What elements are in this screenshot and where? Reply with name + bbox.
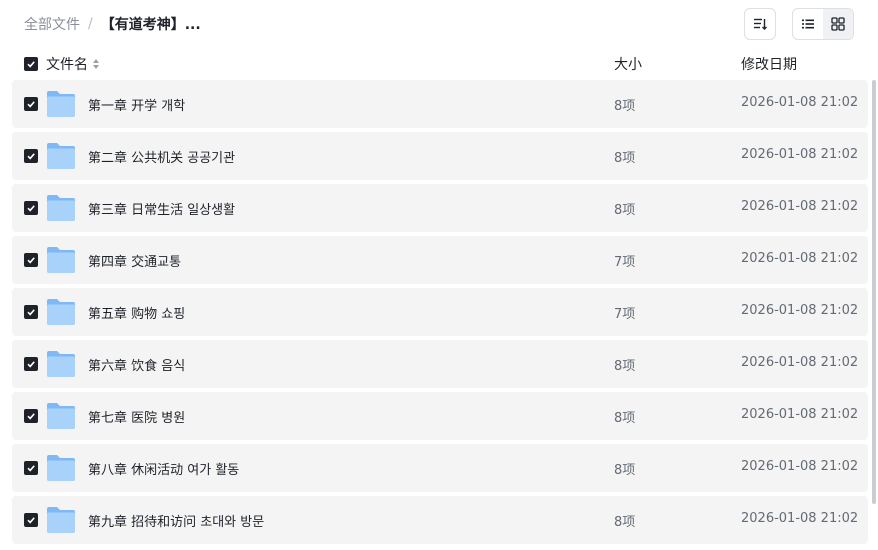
grid-view-icon bbox=[831, 17, 845, 31]
check-icon bbox=[27, 153, 35, 160]
file-name[interactable]: 第一章 开学 개학 bbox=[88, 95, 185, 114]
grid-view-button[interactable] bbox=[823, 9, 853, 39]
folder-icon bbox=[47, 91, 75, 117]
name-column-header[interactable]: 文件名 bbox=[46, 54, 100, 74]
folder-icon bbox=[47, 403, 75, 429]
file-size: 8项 bbox=[614, 515, 636, 530]
scrollbar-thumb[interactable] bbox=[872, 80, 876, 504]
file-name[interactable]: 第九章 招待和访问 초대와 방문 bbox=[88, 511, 264, 530]
table-row[interactable]: 第二章 公共机关 공공기관 8项 2026-01-08 21:02 bbox=[12, 132, 868, 180]
row-checkbox[interactable] bbox=[24, 513, 38, 527]
table-row[interactable]: 第四章 交通교통 7项 2026-01-08 21:02 bbox=[12, 236, 868, 284]
file-name[interactable]: 第八章 休闲活动 여가 활동 bbox=[88, 459, 239, 478]
row-checkbox[interactable] bbox=[24, 461, 38, 475]
file-modified-date: 2026-01-08 21:02 bbox=[741, 95, 859, 110]
check-icon bbox=[27, 205, 35, 212]
file-modified-date: 2026-01-08 21:02 bbox=[741, 303, 859, 318]
folder-icon bbox=[47, 247, 75, 273]
breadcrumb: 全部文件 / 【有道考神】... bbox=[24, 14, 201, 34]
file-modified-date: 2026-01-08 21:02 bbox=[741, 511, 859, 526]
check-icon bbox=[27, 413, 35, 420]
row-checkbox[interactable] bbox=[24, 149, 38, 163]
folder-icon bbox=[47, 195, 75, 221]
file-name[interactable]: 第四章 交通교통 bbox=[88, 251, 181, 270]
check-icon bbox=[27, 257, 35, 264]
table-row[interactable]: 第七章 医院 병원 8项 2026-01-08 21:02 bbox=[12, 392, 868, 440]
file-modified-date: 2026-01-08 21:02 bbox=[741, 407, 859, 422]
folder-icon bbox=[47, 299, 75, 325]
row-checkbox[interactable] bbox=[24, 357, 38, 371]
list-view-icon bbox=[802, 19, 814, 29]
table-row[interactable]: 第五章 购物 쇼핑 7项 2026-01-08 21:02 bbox=[12, 288, 868, 336]
file-modified-date: 2026-01-08 21:02 bbox=[741, 355, 859, 370]
file-size: 8项 bbox=[614, 359, 636, 374]
file-name[interactable]: 第二章 公共机关 공공기관 bbox=[88, 147, 235, 166]
select-all-checkbox[interactable] bbox=[24, 57, 38, 71]
size-column-header[interactable]: 大小 bbox=[614, 54, 642, 74]
view-toggle bbox=[792, 8, 854, 40]
table-row[interactable]: 第一章 开学 개학 8项 2026-01-08 21:02 bbox=[12, 80, 868, 128]
sort-caret-icon bbox=[92, 58, 100, 70]
folder-icon bbox=[47, 351, 75, 377]
file-name[interactable]: 第三章 日常生活 일상생활 bbox=[88, 199, 235, 218]
check-icon bbox=[27, 517, 35, 524]
sort-lines-icon bbox=[754, 18, 767, 30]
breadcrumb-separator: / bbox=[88, 16, 93, 32]
check-icon bbox=[27, 361, 35, 368]
file-size: 8项 bbox=[614, 151, 636, 166]
name-column-label: 文件名 bbox=[46, 57, 88, 73]
folder-icon bbox=[47, 143, 75, 169]
modified-column-header[interactable]: 修改日期 bbox=[741, 54, 797, 74]
file-size: 8项 bbox=[614, 411, 636, 426]
file-modified-date: 2026-01-08 21:02 bbox=[741, 199, 859, 214]
folder-icon bbox=[47, 507, 75, 533]
check-icon bbox=[27, 61, 35, 68]
row-checkbox[interactable] bbox=[24, 97, 38, 111]
file-modified-date: 2026-01-08 21:02 bbox=[741, 147, 859, 162]
file-list: 第一章 开学 개학 8项 2026-01-08 21:02 第二章 公共机关 공… bbox=[12, 80, 868, 548]
file-size: 7项 bbox=[614, 255, 636, 270]
row-checkbox[interactable] bbox=[24, 253, 38, 267]
row-checkbox[interactable] bbox=[24, 201, 38, 215]
check-icon bbox=[27, 309, 35, 316]
table-row[interactable]: 第八章 休闲活动 여가 활동 8项 2026-01-08 21:02 bbox=[12, 444, 868, 492]
row-checkbox[interactable] bbox=[24, 409, 38, 423]
sort-button[interactable] bbox=[744, 8, 776, 40]
file-modified-date: 2026-01-08 21:02 bbox=[741, 251, 859, 266]
top-bar: 全部文件 / 【有道考神】... bbox=[0, 0, 878, 50]
file-size: 8项 bbox=[614, 463, 636, 478]
table-row[interactable]: 第三章 日常生活 일상생활 8项 2026-01-08 21:02 bbox=[12, 184, 868, 232]
file-browser: 全部文件 / 【有道考神】... 文件名 大小 修改日期 第一章 开学 개학 8… bbox=[0, 0, 878, 550]
check-icon bbox=[27, 465, 35, 472]
list-view-button[interactable] bbox=[793, 9, 823, 39]
file-name[interactable]: 第七章 医院 병원 bbox=[88, 407, 185, 426]
scrollbar[interactable] bbox=[871, 80, 877, 550]
folder-icon bbox=[47, 455, 75, 481]
file-name[interactable]: 第五章 购物 쇼핑 bbox=[88, 303, 185, 322]
table-row[interactable]: 第六章 饮食 음식 8项 2026-01-08 21:02 bbox=[12, 340, 868, 388]
file-modified-date: 2026-01-08 21:02 bbox=[741, 459, 859, 474]
file-size: 7项 bbox=[614, 307, 636, 322]
breadcrumb-current[interactable]: 【有道考神】... bbox=[101, 14, 201, 34]
file-name[interactable]: 第六章 饮食 음식 bbox=[88, 355, 185, 374]
table-row[interactable]: 第九章 招待和访问 초대와 방문 8项 2026-01-08 21:02 bbox=[12, 496, 868, 544]
row-checkbox[interactable] bbox=[24, 305, 38, 319]
check-icon bbox=[27, 101, 35, 108]
file-size: 8项 bbox=[614, 203, 636, 218]
breadcrumb-root[interactable]: 全部文件 bbox=[24, 14, 80, 34]
file-size: 8项 bbox=[614, 99, 636, 114]
column-header: 文件名 大小 修改日期 bbox=[12, 50, 868, 78]
